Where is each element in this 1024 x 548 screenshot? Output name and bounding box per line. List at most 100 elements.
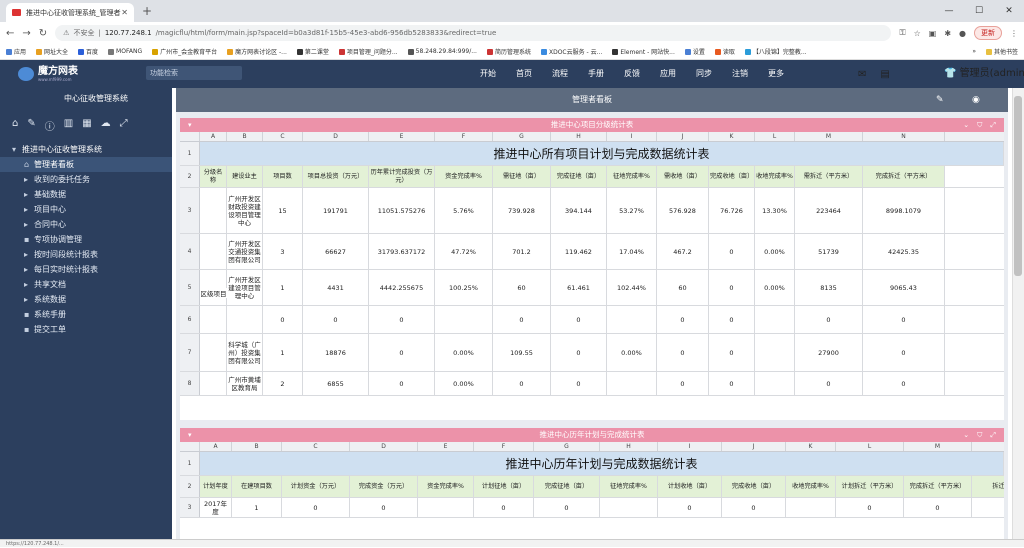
table-cell[interactable]: 76.726 [709, 188, 755, 233]
collapse-caret-icon[interactable]: ▾ [188, 118, 192, 132]
table-cell[interactable]: 0 [863, 372, 945, 395]
table-cell[interactable]: 0 [709, 334, 755, 371]
user-menu[interactable]: 👕 管理员(admin) [944, 60, 1024, 88]
table-cell[interactable]: 0 [657, 372, 709, 395]
browser-tab[interactable]: 推进中心征收管理系统_管理者驾驶 ✕ [6, 3, 134, 22]
bookmark-item[interactable]: XDOC云服务 - 云... [540, 47, 602, 56]
tab-close-icon[interactable]: ✕ [121, 8, 128, 17]
column-letter[interactable]: D [350, 442, 418, 451]
table-cell[interactable]: 0 [369, 372, 435, 395]
table-cell[interactable]: 31793.637172 [369, 234, 435, 269]
table-cell[interactable] [227, 306, 263, 333]
row-number[interactable]: 3 [180, 498, 200, 517]
bookmark-item[interactable]: 魔方网表讨论区 -... [227, 47, 287, 56]
table-cell[interactable]: 9065.43 [863, 270, 945, 305]
table-cell[interactable]: 0 [658, 498, 722, 517]
sidebar-item[interactable]: ▸ 按时间段统计报表 [0, 247, 172, 262]
table-cell[interactable]: 0 [709, 270, 755, 305]
table-cell[interactable]: 广州开发区建设项目管理中心 [227, 270, 263, 305]
nav-feedback[interactable]: 反馈 [614, 60, 650, 88]
table-cell[interactable]: 0 [303, 306, 369, 333]
column-letter[interactable]: I [607, 132, 657, 141]
table-cell[interactable]: 100.25% [435, 270, 493, 305]
column-letter[interactable]: A [200, 132, 227, 141]
bookmark-item[interactable]: 应用 [6, 47, 26, 56]
group-cell[interactable] [200, 234, 227, 269]
view-eye-icon[interactable]: ◉ [972, 88, 980, 112]
column-letter[interactable]: F [435, 132, 493, 141]
row-number[interactable]: 8 [180, 372, 200, 395]
filter-icon[interactable]: ⛉ [977, 428, 982, 442]
sidebar-item[interactable]: ▸ 每日实时统计报表 [0, 262, 172, 277]
reload-icon[interactable]: ↻ [39, 28, 47, 39]
table-cell[interactable]: 0 [534, 498, 600, 517]
bookmark-item[interactable]: 【八段锦】完整教... [744, 47, 807, 56]
row-number[interactable]: 4 [180, 234, 200, 269]
chevron-down-icon[interactable]: ⌄ [963, 428, 969, 442]
nav-apps[interactable]: 应用 [650, 60, 686, 88]
table-cell[interactable]: 576.928 [657, 188, 709, 233]
app-logo[interactable]: 魔方网表 www.mf999.com [0, 60, 78, 88]
column-letter[interactable]: H [551, 132, 607, 141]
table-cell[interactable]: 0 [722, 498, 786, 517]
table-cell[interactable]: 13.30% [755, 188, 795, 233]
close-window-icon[interactable]: ✕ [994, 0, 1024, 22]
table-cell[interactable]: 0 [904, 498, 972, 517]
table-cell[interactable]: 60 [657, 270, 709, 305]
table-cell[interactable]: 0.00% [435, 372, 493, 395]
table-cell[interactable]: 60 [493, 270, 551, 305]
sidebar-item[interactable]: ▪ 专项协调管理 [0, 232, 172, 247]
filter-icon[interactable]: ⛉ [977, 118, 982, 132]
home-outline-icon[interactable]: ⌂ [12, 118, 18, 129]
nav-start[interactable]: 开始 [470, 60, 506, 88]
table-cell[interactable]: 5.76% [435, 188, 493, 233]
table-cell[interactable]: 18876 [303, 334, 369, 371]
nav-home[interactable]: 首页 [506, 60, 542, 88]
column-letter[interactable]: N [863, 132, 945, 141]
table-cell[interactable]: 0 [863, 334, 945, 371]
column-letter[interactable]: F [474, 442, 534, 451]
table-cell[interactable]: 701.2 [493, 234, 551, 269]
sidebar-item[interactable]: ▸ 基础数据 [0, 187, 172, 202]
table-cell[interactable]: 4431 [303, 270, 369, 305]
fullscreen-icon[interactable]: ⤢ [990, 118, 996, 132]
nav-manual[interactable]: 手册 [578, 60, 614, 88]
group-cell[interactable] [200, 306, 227, 333]
corner-cell[interactable] [180, 132, 200, 141]
sidebar-item[interactable]: ▸ 合同中心 [0, 217, 172, 232]
table-cell[interactable]: 0 [369, 334, 435, 371]
column-letter[interactable]: M [904, 442, 972, 451]
bookmark-item[interactable]: 广州市_会金教育平台 [152, 47, 217, 56]
column-letter[interactable]: B [227, 132, 263, 141]
table-cell[interactable]: 47.72% [435, 234, 493, 269]
tree-root[interactable]: ▾ 推进中心征收管理系统 [0, 142, 172, 157]
table-cell[interactable]: 4442.255675 [369, 270, 435, 305]
row-number[interactable]: 5 [180, 270, 200, 305]
table-cell[interactable]: 0 [350, 498, 418, 517]
table-cell[interactable]: 0 [709, 234, 755, 269]
bookmark-star-icon[interactable]: ☆ [914, 29, 921, 38]
function-search-input[interactable]: 功能检索 [146, 66, 242, 80]
edit-dashboard-icon[interactable]: ✎ [936, 88, 944, 112]
url-field[interactable]: ⚠ 不安全 | 120.77.248.1/magicflu/html/form/… [55, 25, 892, 41]
column-letter[interactable]: K [709, 132, 755, 141]
maximize-icon[interactable]: ☐ [964, 0, 994, 22]
table-cell[interactable]: 0 [551, 306, 607, 333]
column-letter[interactable]: C [282, 442, 350, 451]
table-cell[interactable]: 1 [263, 270, 303, 305]
table-cell[interactable]: 科学城（广州）投资集团有限公司 [227, 334, 263, 371]
table-cell[interactable]: 8135 [795, 270, 863, 305]
puzzle-icon[interactable]: ✱ [944, 29, 951, 38]
table-cell[interactable] [607, 306, 657, 333]
table-cell[interactable] [418, 498, 474, 517]
table-cell[interactable]: 11051.575276 [369, 188, 435, 233]
column-letter[interactable]: D [303, 132, 369, 141]
scrollbar-thumb[interactable] [1014, 96, 1022, 276]
bookmark-item[interactable]: 第二课堂 [296, 47, 329, 56]
table-cell[interactable]: 0 [709, 306, 755, 333]
table-cell[interactable]: 0 [551, 372, 607, 395]
sidebar-item[interactable]: ▸ 系统数据 [0, 292, 172, 307]
table-cell[interactable] [755, 306, 795, 333]
column-letter[interactable]: M [795, 132, 863, 141]
row-number[interactable]: 2 [180, 166, 200, 187]
